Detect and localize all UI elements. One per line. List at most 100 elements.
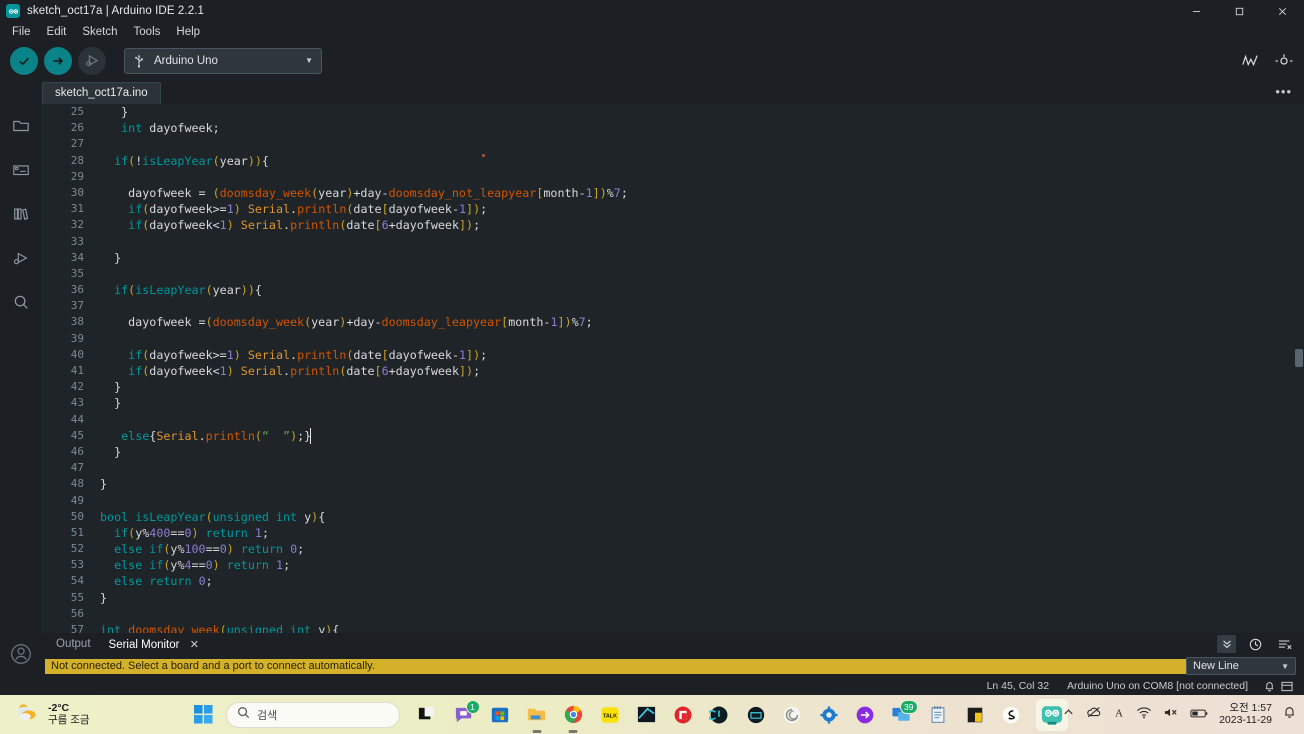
code-line[interactable]: if(!isLeapYear(year)){	[92, 153, 1294, 169]
code-line[interactable]: }	[92, 379, 1294, 395]
onedrive-paused-icon[interactable]	[1086, 705, 1102, 724]
menu-tools[interactable]: Tools	[126, 24, 169, 40]
volume-muted-icon[interactable]	[1163, 706, 1179, 724]
code-line[interactable]	[92, 266, 1294, 282]
code-line[interactable]: }	[92, 395, 1294, 411]
taskbar-app-icons: 1 TALK 39	[415, 698, 1068, 733]
code-line[interactable]: dayofweek =(doomsday_week(year)+day-doom…	[92, 314, 1294, 330]
purple-arrow-icon[interactable]	[853, 703, 877, 727]
code-line[interactable]	[92, 136, 1294, 152]
close-icon[interactable]: ✕	[190, 639, 199, 651]
line-number: 36	[70, 283, 84, 297]
code-line[interactable]	[92, 412, 1294, 428]
sidebar-item-search[interactable]	[0, 280, 42, 324]
panel-tab-serial-monitor[interactable]: Serial Monitor ✕	[109, 638, 199, 651]
code-line[interactable]: else if(y%100==0) return 0;	[92, 541, 1294, 557]
code-line[interactable]: dayofweek = (doomsday_week(year)+day-doo…	[92, 185, 1294, 201]
code-line[interactable]: int dayofweek;	[92, 120, 1294, 136]
file-explorer-icon[interactable]	[525, 703, 549, 733]
ellipsis-icon[interactable]: •••	[1275, 84, 1292, 99]
webex-icon[interactable]	[707, 703, 731, 727]
taskbar-search-box[interactable]: 검색	[226, 701, 400, 728]
code-line[interactable]: if(dayofweek>=1) Serial.println(date[day…	[92, 201, 1294, 217]
flipboard-icon[interactable]	[671, 703, 695, 727]
code-editor[interactable]: 25 26 27 28 29 30 31 32 33 34 35 36 37 38 39 40 41 42 43 44…	[42, 104, 1304, 633]
code-line[interactable]: }	[92, 250, 1294, 266]
windows-start-icon[interactable]	[188, 700, 218, 730]
taskbar-clock[interactable]: 오전 1:57 2023-11-29	[1219, 702, 1272, 727]
code-line[interactable]: if(y%400==0) return 1;	[92, 525, 1294, 541]
code-line[interactable]	[92, 234, 1294, 250]
spiral-app-icon[interactable]	[780, 703, 804, 727]
code-line[interactable]: if(isLeapYear(year)){	[92, 282, 1294, 298]
code-line[interactable]: if(dayofweek<1) Serial.println(date[6+da…	[92, 217, 1294, 233]
sidebar-item-library-manager[interactable]	[0, 192, 42, 236]
debug-button[interactable]	[78, 46, 106, 75]
verify-button[interactable]	[10, 46, 38, 75]
code-line[interactable]: else return 0;	[92, 573, 1294, 589]
sidebar-item-sketchbook[interactable]	[0, 104, 42, 148]
code-line[interactable]: else{Serial.println(“ ”);}	[92, 427, 1294, 444]
weather-widget[interactable]: -2°C 구름 조금	[14, 701, 90, 728]
close-button[interactable]	[1261, 0, 1304, 22]
account-icon[interactable]	[8, 641, 34, 667]
code-line[interactable]: }	[92, 444, 1294, 460]
code-line[interactable]: int doomsday_week(unsigned int y){	[92, 622, 1294, 633]
battery-icon[interactable]	[1190, 706, 1208, 724]
chevron-up-icon[interactable]	[1062, 706, 1075, 724]
remote-desktop-icon[interactable]: 39	[890, 699, 918, 727]
bell-icon[interactable]	[1283, 705, 1296, 724]
timestamp-icon[interactable]	[1246, 635, 1265, 653]
file-explorer-dark-icon[interactable]	[415, 703, 439, 727]
menu-sketch[interactable]: Sketch	[74, 24, 125, 40]
settings-gear-icon[interactable]	[817, 703, 841, 727]
kakaotalk-icon[interactable]: TALK	[598, 703, 622, 727]
code-line[interactable]: }	[92, 590, 1294, 606]
minimize-button[interactable]	[1175, 0, 1218, 22]
serial-plotter-icon[interactable]	[1240, 51, 1260, 71]
code-line[interactable]: if(dayofweek>=1) Serial.println(date[day…	[92, 347, 1294, 363]
wifi-icon[interactable]	[1136, 706, 1152, 724]
editor-scrollbar-thumb[interactable]	[1295, 349, 1303, 367]
board-port-status[interactable]: Arduino Uno on COM8 [not connected]	[1067, 680, 1248, 692]
code-line[interactable]	[92, 606, 1294, 622]
editor-scrollbar[interactable]	[1294, 104, 1304, 633]
chrome-icon[interactable]	[561, 703, 585, 733]
sidebar-item-debug[interactable]	[0, 236, 42, 280]
ime-korean-icon[interactable]: A	[1113, 705, 1125, 724]
collapse-panel-icon[interactable]	[1217, 635, 1236, 653]
code-line[interactable]	[92, 493, 1294, 509]
notepad-icon[interactable]	[926, 703, 950, 727]
panel-layout-icon[interactable]	[1278, 679, 1296, 693]
line-ending-selector[interactable]: New Line ▼	[1186, 657, 1296, 675]
code-line[interactable]: bool isLeapYear(unsigned int y){	[92, 509, 1294, 525]
code-line[interactable]	[92, 169, 1294, 185]
tab-sketch-oct17a[interactable]: sketch_oct17a.ino	[42, 82, 161, 104]
chat-icon[interactable]: 1	[452, 699, 480, 727]
editor-app-icon[interactable]	[634, 703, 658, 727]
maximize-button[interactable]	[1218, 0, 1261, 22]
code-line[interactable]: }	[92, 104, 1294, 120]
sticky-notes-icon[interactable]	[963, 703, 987, 727]
code-line[interactable]	[92, 331, 1294, 347]
board-selector[interactable]: Arduino Uno ▼	[124, 47, 322, 74]
panel-tab-output[interactable]: Output	[56, 638, 91, 650]
code-line[interactable]	[92, 298, 1294, 314]
microsoft-store-icon[interactable]	[488, 703, 512, 727]
menu-help[interactable]: Help	[168, 24, 208, 40]
slash-app-icon[interactable]	[999, 703, 1023, 727]
bell-icon[interactable]	[1260, 679, 1278, 693]
code-content[interactable]: } int dayofweek; if(!isLeapYear(year)){ …	[92, 104, 1294, 633]
menu-file[interactable]: File	[4, 24, 39, 40]
code-line[interactable]: else if(y%4==0) return 1;	[92, 557, 1294, 573]
code-line[interactable]	[92, 460, 1294, 476]
cursor-position[interactable]: Ln 45, Col 32	[987, 680, 1049, 692]
mail-icon[interactable]	[744, 703, 768, 727]
sidebar-item-boards-manager[interactable]	[0, 148, 42, 192]
code-line[interactable]: }	[92, 476, 1294, 492]
clear-output-icon[interactable]	[1275, 635, 1294, 653]
upload-button[interactable]	[44, 46, 72, 75]
menu-edit[interactable]: Edit	[39, 24, 75, 40]
serial-monitor-icon[interactable]	[1274, 51, 1294, 71]
code-line[interactable]: if(dayofweek<1) Serial.println(date[6+da…	[92, 363, 1294, 379]
